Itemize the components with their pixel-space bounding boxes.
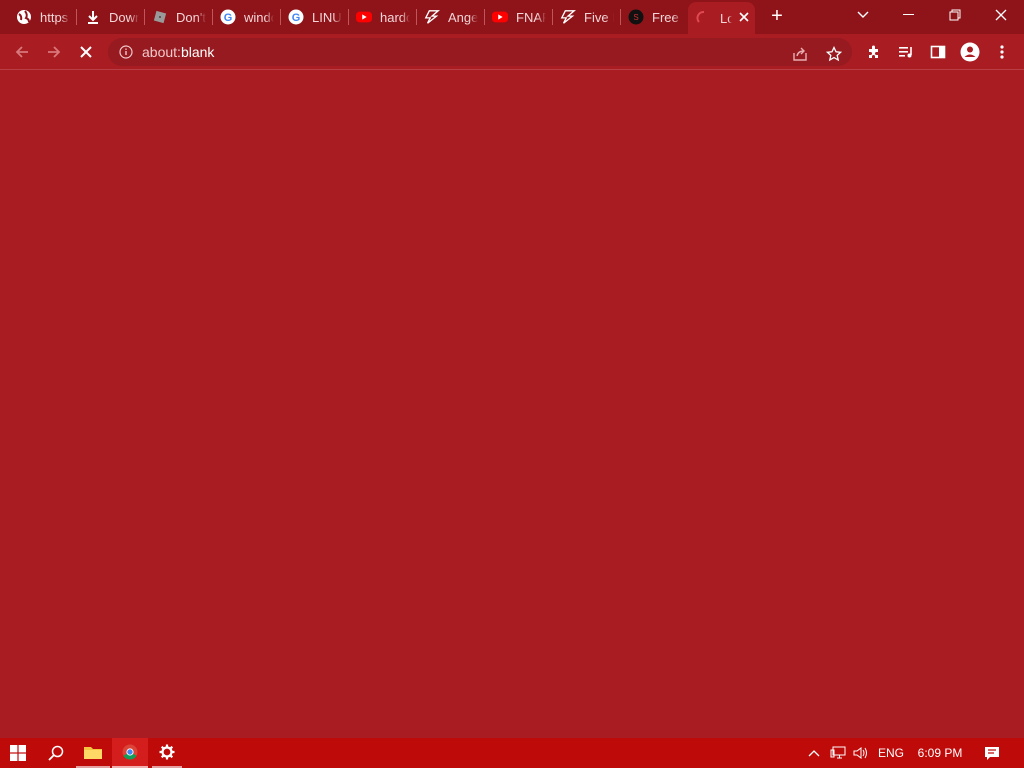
browser-toolbar: about:blank xyxy=(0,34,1024,70)
windows-taskbar: ENG 6:09 PM xyxy=(0,738,1024,768)
share-icon[interactable] xyxy=(790,44,810,64)
restore-button[interactable] xyxy=(932,0,978,30)
tab-6-label: hardo xyxy=(380,9,410,25)
lightning-icon xyxy=(424,9,440,25)
file-explorer-icon[interactable] xyxy=(76,738,110,768)
tab-5-label: LINU xyxy=(312,9,342,25)
address-scheme: about: xyxy=(142,44,181,60)
tab-9-label: Five N xyxy=(584,9,614,25)
media-queue-icon[interactable] xyxy=(896,42,916,62)
globe-icon xyxy=(16,9,32,25)
tab-2[interactable]: Down xyxy=(69,5,145,29)
tab-1-label: https xyxy=(40,9,69,25)
tab-5[interactable]: G LINU xyxy=(272,5,348,29)
stop-loading-button[interactable] xyxy=(72,38,100,66)
svg-text:G: G xyxy=(292,12,301,24)
tab-10[interactable]: S Free xyxy=(612,5,688,29)
menu-kebab-icon[interactable] xyxy=(992,42,1012,62)
svg-text:G: G xyxy=(224,12,233,24)
profile-avatar-icon[interactable] xyxy=(960,42,980,62)
address-host: blank xyxy=(180,44,215,60)
network-icon[interactable] xyxy=(828,738,848,768)
tab-4[interactable]: G windo xyxy=(204,5,280,29)
roblox-icon xyxy=(152,9,168,25)
tab-8[interactable]: FNAF xyxy=(476,5,552,29)
youtube-icon xyxy=(356,9,372,25)
google-icon: G xyxy=(220,9,236,25)
action-center-icon[interactable] xyxy=(976,738,1008,768)
tab-6[interactable]: hardo xyxy=(340,5,416,29)
tab-2-label: Down xyxy=(109,9,139,25)
address-text: about:blank xyxy=(142,44,214,60)
lightning-icon xyxy=(560,9,576,25)
site-info-icon[interactable] xyxy=(118,44,134,60)
google-icon: G xyxy=(288,9,304,25)
side-panel-icon[interactable] xyxy=(928,42,948,62)
language-indicator[interactable]: ENG xyxy=(874,738,908,768)
address-bar[interactable]: about:blank xyxy=(108,38,852,66)
download-icon xyxy=(85,9,101,25)
tab-1[interactable]: https xyxy=(0,5,76,29)
close-tab-icon[interactable] xyxy=(738,10,750,26)
tab-active-label: Lo xyxy=(720,10,732,26)
tab-search-chevron-icon[interactable] xyxy=(840,0,886,30)
tab-4-label: windo xyxy=(244,9,274,25)
minimize-button[interactable] xyxy=(886,0,932,30)
windows-start-icon[interactable] xyxy=(0,738,36,768)
tab-3[interactable]: Don't xyxy=(136,5,212,29)
chrome-icon[interactable] xyxy=(112,738,148,768)
volume-icon[interactable] xyxy=(850,738,872,768)
tab-strip: https Down Don't G windo G LINU hardo xyxy=(0,0,1024,34)
new-tab-button[interactable]: + xyxy=(766,6,788,28)
tray-chevron-up-icon[interactable] xyxy=(804,738,824,768)
search-icon[interactable] xyxy=(38,738,74,768)
close-window-button[interactable] xyxy=(978,0,1024,30)
extensions-puzzle-icon[interactable] xyxy=(864,42,884,62)
tab-7-label: Ange xyxy=(448,9,478,25)
tab-10-label: Free xyxy=(652,9,679,25)
youtube-icon xyxy=(492,9,508,25)
tab-9[interactable]: Five N xyxy=(544,5,620,29)
tab-active[interactable]: Lo xyxy=(688,2,755,34)
page-content-blank xyxy=(0,71,1024,738)
svg-text:S: S xyxy=(633,13,638,22)
tab-8-label: FNAF xyxy=(516,9,546,25)
tab-3-label: Don't xyxy=(176,9,206,25)
settings-gear-icon[interactable] xyxy=(152,738,182,768)
forward-button[interactable] xyxy=(40,38,68,66)
tab-7[interactable]: Ange xyxy=(408,5,484,29)
site-icon: S xyxy=(628,9,644,25)
bookmark-star-icon[interactable] xyxy=(824,44,844,64)
clock-time[interactable]: 6:09 PM xyxy=(912,738,968,768)
loading-spinner-icon xyxy=(696,10,712,26)
back-button[interactable] xyxy=(8,38,36,66)
